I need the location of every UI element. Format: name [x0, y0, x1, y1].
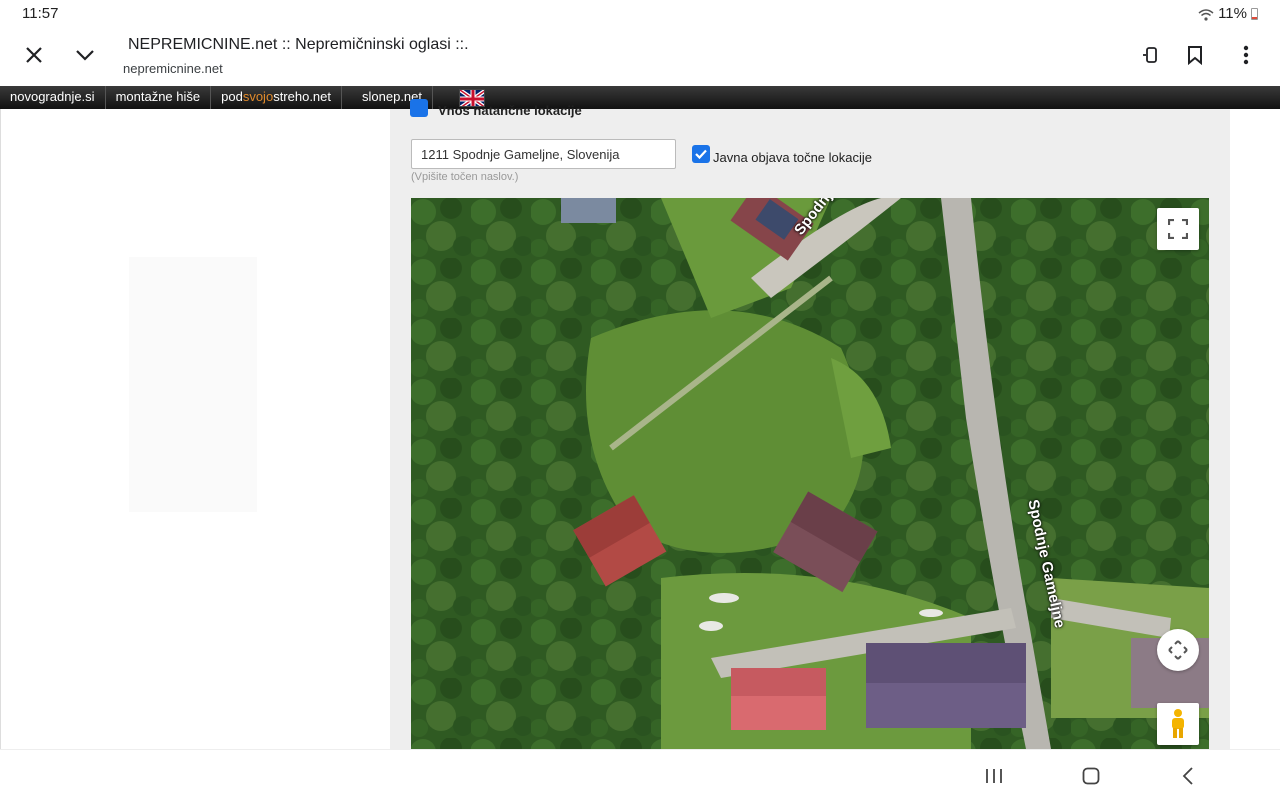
chevron-down-icon[interactable] — [69, 39, 101, 71]
pegman-icon[interactable] — [1157, 703, 1199, 745]
public-location-label[interactable]: Javna objava točne lokacije — [713, 150, 872, 165]
share-icon[interactable] — [1134, 39, 1166, 71]
status-time: 11:57 — [22, 5, 59, 22]
home-icon[interactable] — [1077, 762, 1105, 790]
public-location-checkbox[interactable] — [692, 145, 710, 163]
ad-placeholder — [129, 257, 257, 512]
battery-percent: 11% — [1218, 5, 1247, 22]
left-sidebar — [0, 109, 390, 749]
status-bar: 11:57 11% — [0, 0, 1280, 28]
battery-icon — [1251, 7, 1258, 20]
bookmark-icon[interactable] — [1179, 39, 1211, 71]
page-url[interactable]: nepremicnine.net — [123, 61, 223, 76]
satellite-map[interactable]: Spodnje Gameljne Spodnje Gameljne — [411, 198, 1209, 749]
nav-link-novogradnje[interactable]: novogradnje.si — [0, 86, 106, 109]
map-pan-icon[interactable] — [1157, 629, 1199, 671]
wifi-icon — [1198, 8, 1214, 21]
map-imagery — [411, 198, 1209, 749]
back-icon[interactable] — [1174, 762, 1202, 790]
nav-link-podsvojostreho[interactable]: podsvojostreho.net — [211, 86, 343, 109]
address-input[interactable] — [411, 139, 676, 169]
nav-link-montazne-hise[interactable]: montažne hiše — [106, 86, 212, 109]
section-checkbox[interactable] — [410, 99, 428, 117]
more-menu-icon[interactable] — [1230, 39, 1262, 71]
system-nav-bar — [0, 749, 1280, 800]
location-panel: Vnos natančne lokacije (Vpišite točen na… — [390, 99, 1230, 749]
recent-apps-icon[interactable] — [980, 762, 1008, 790]
fullscreen-icon[interactable] — [1157, 208, 1199, 250]
close-icon[interactable] — [18, 39, 50, 71]
nav-link-podsvojostreho-pre: pod — [221, 89, 243, 104]
page-title: NEPREMICNINE.net :: Nepremičninski oglas… — [128, 36, 469, 53]
site-nav: novogradnje.si montažne hiše podsvojostr… — [0, 86, 1280, 109]
right-margin — [1230, 109, 1280, 749]
address-hint: (Vpišite točen naslov.) — [411, 171, 519, 183]
nav-link-podsvojostreho-hl: svojo — [242, 89, 274, 104]
nav-link-podsvojostreho-post: streho.net — [273, 89, 332, 104]
status-right: 11% — [1198, 5, 1258, 22]
section-title: Vnos natančne lokacije — [438, 103, 582, 118]
browser-toolbar: NEPREMICNINE.net :: Nepremičninski oglas… — [0, 28, 1280, 86]
